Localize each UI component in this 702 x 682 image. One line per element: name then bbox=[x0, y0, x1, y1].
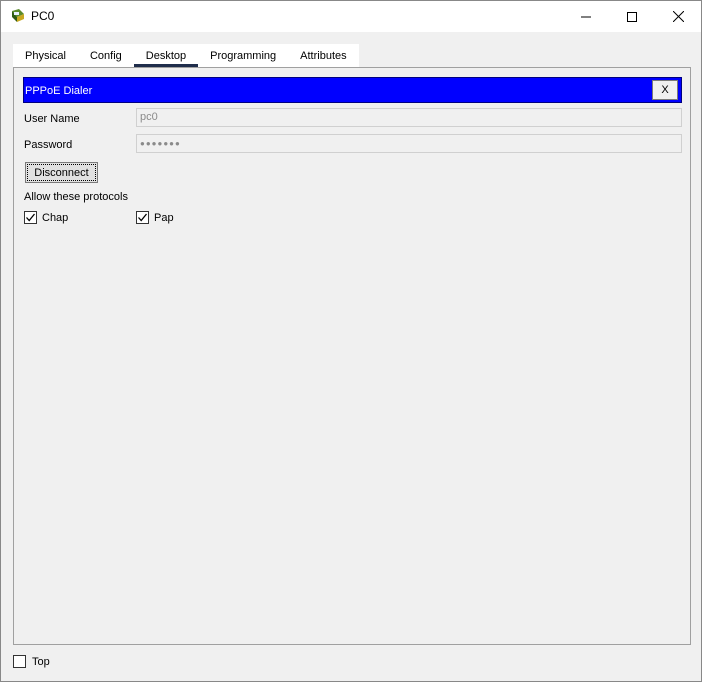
protocols-label: Allow these protocols bbox=[24, 191, 128, 203]
chap-checkbox[interactable] bbox=[24, 211, 37, 224]
tab-attributes[interactable]: Attributes bbox=[288, 44, 358, 67]
disconnect-button[interactable]: Disconnect bbox=[25, 162, 98, 183]
tab-bar: Physical Config Desktop Programming Attr… bbox=[13, 44, 359, 67]
dialer-close-button[interactable]: X bbox=[652, 80, 678, 100]
top-checkbox[interactable] bbox=[13, 655, 26, 668]
username-label: User Name bbox=[24, 113, 80, 125]
pap-checkbox[interactable] bbox=[136, 211, 149, 224]
maximize-icon bbox=[627, 11, 637, 22]
maximize-button[interactable] bbox=[609, 1, 655, 32]
top-label: Top bbox=[32, 655, 50, 668]
tab-programming[interactable]: Programming bbox=[198, 44, 288, 67]
pc0-window: PC0 Physical Config Desktop Programming … bbox=[0, 0, 702, 682]
password-label: Password bbox=[24, 139, 73, 151]
window-title: PC0 bbox=[31, 9, 55, 23]
packet-tracer-pc-icon bbox=[10, 8, 26, 24]
pppoe-dialer-header: PPPoE Dialer X bbox=[23, 77, 682, 103]
desktop-panel: PPPoE Dialer X User Name pc0 Password ●●… bbox=[13, 67, 691, 645]
tab-physical[interactable]: Physical bbox=[13, 44, 78, 67]
chap-label: Chap bbox=[42, 211, 69, 224]
minimize-icon bbox=[581, 16, 591, 17]
tab-desktop[interactable]: Desktop bbox=[133, 44, 199, 67]
username-input[interactable]: pc0 bbox=[136, 108, 682, 127]
chap-option[interactable]: Chap bbox=[24, 211, 68, 224]
checkmark-icon bbox=[26, 213, 36, 222]
minimize-button[interactable] bbox=[563, 1, 609, 32]
top-option[interactable]: Top bbox=[13, 655, 50, 668]
password-input[interactable]: ●●●●●●● bbox=[136, 134, 682, 153]
dialer-title: PPPoE Dialer bbox=[25, 85, 93, 97]
close-icon bbox=[672, 11, 684, 22]
pap-label: Pap bbox=[154, 211, 174, 224]
pap-option[interactable]: Pap bbox=[136, 211, 174, 224]
close-button[interactable] bbox=[655, 1, 701, 32]
title-bar[interactable]: PC0 bbox=[1, 1, 701, 32]
tab-config[interactable]: Config bbox=[78, 44, 134, 67]
checkmark-icon bbox=[138, 213, 148, 222]
